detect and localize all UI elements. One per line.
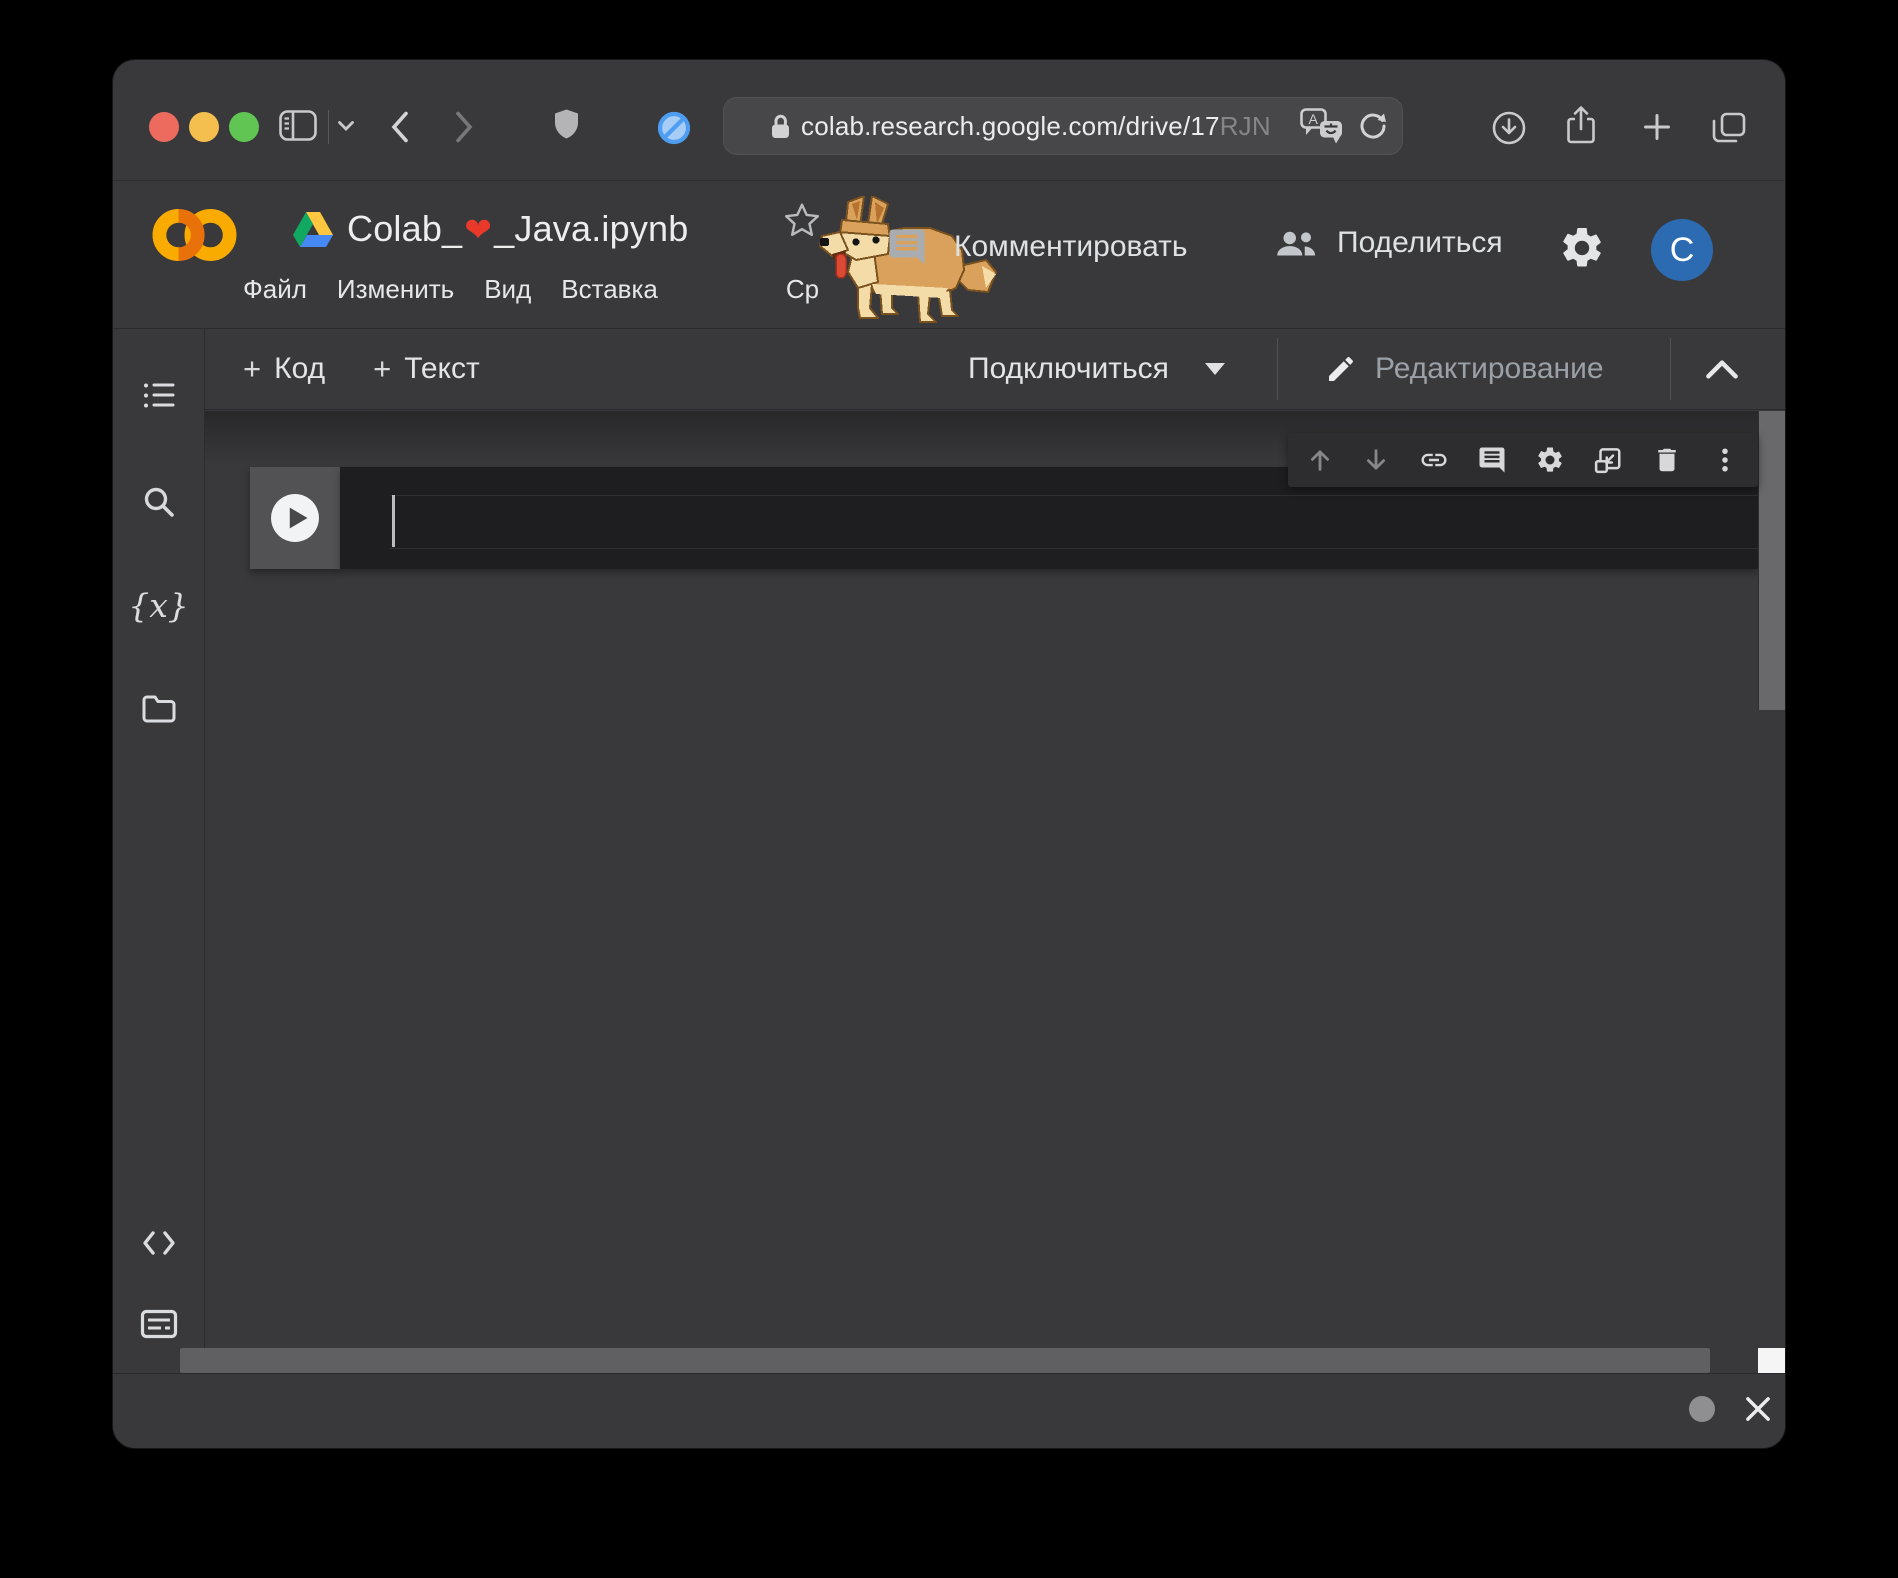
move-cell-up-icon[interactable] <box>1306 446 1334 474</box>
google-drive-icon <box>293 211 333 247</box>
connect-button[interactable]: Подключиться <box>968 329 1225 409</box>
files-icon[interactable] <box>140 691 178 727</box>
reload-icon[interactable] <box>1358 111 1388 141</box>
table-of-contents-icon[interactable] <box>140 378 178 414</box>
avatar[interactable]: C <box>1651 219 1713 281</box>
status-dot-icon[interactable] <box>1689 1396 1715 1422</box>
settings-gear-icon[interactable] <box>1558 224 1606 272</box>
toolbar-divider <box>1670 338 1671 400</box>
heart-emoji: ❤ <box>464 211 493 248</box>
cell-toolbar <box>1288 433 1758 487</box>
mirror-cell-in-tab-icon[interactable] <box>1593 445 1623 475</box>
notebook-title[interactable]: Colab_❤_Java.ipynb <box>347 208 689 250</box>
menu-item-edit[interactable]: Изменить <box>337 274 454 305</box>
left-sidebar: {x} <box>113 328 205 1373</box>
current-line-highlight <box>390 495 1758 549</box>
caret-down-icon <box>1204 363 1225 375</box>
address-bar[interactable]: colab.research.google.com/drive/17RJN A <box>723 97 1403 155</box>
menu-item-insert[interactable]: Вставка <box>561 274 658 305</box>
content-blocker-icon[interactable] <box>656 110 692 146</box>
colab-logo[interactable] <box>149 204 241 266</box>
code-cell-gutter <box>250 467 340 569</box>
more-actions-icon[interactable] <box>1710 445 1740 475</box>
scrollbar-corner <box>1758 1348 1785 1373</box>
share-label: Поделиться <box>1337 226 1503 259</box>
toolbar-divider <box>1277 338 1278 400</box>
colab-header: Colab_❤_Java.ipynb Файл Изменить Вид Вст… <box>113 180 1785 328</box>
forward-button[interactable] <box>453 110 475 144</box>
menu-item-file[interactable]: Файл <box>243 274 307 305</box>
add-comment-icon[interactable] <box>1477 445 1507 475</box>
toolbar-divider <box>328 110 329 144</box>
back-button[interactable] <box>389 110 411 144</box>
plus-icon: + <box>373 351 392 386</box>
edit-mode-label: Редактирование <box>1375 352 1604 385</box>
notebook-toolbar: + Код + Текст Подключиться Редактировани… <box>205 328 1785 410</box>
close-window-button[interactable] <box>149 112 179 142</box>
sidebar-toggle-icon[interactable] <box>279 110 317 141</box>
text-cursor <box>392 495 395 547</box>
plus-icon: + <box>243 351 262 386</box>
pencil-icon <box>1325 353 1357 385</box>
notebook-title-row: Colab_❤_Java.ipynb <box>293 208 689 250</box>
edit-mode-button[interactable]: Редактирование <box>1325 329 1604 409</box>
code-snippets-icon[interactable] <box>140 1225 178 1261</box>
menu-item-view[interactable]: Вид <box>484 274 531 305</box>
terminal-icon[interactable] <box>140 1306 178 1342</box>
delete-cell-icon[interactable] <box>1652 445 1682 475</box>
horizontal-scrollbar-thumb[interactable] <box>180 1348 1710 1373</box>
cell-settings-gear-icon[interactable] <box>1535 445 1565 475</box>
svg-text:A: A <box>1309 111 1319 127</box>
tab-overview-icon[interactable] <box>1711 111 1747 145</box>
share-icon[interactable] <box>1565 105 1597 146</box>
add-code-button[interactable]: + Код <box>243 351 325 387</box>
bottom-bar <box>113 1373 1785 1448</box>
move-cell-down-icon[interactable] <box>1362 446 1390 474</box>
comment-icon <box>886 226 928 268</box>
notebook-content <box>205 411 1785 1348</box>
chevron-down-icon[interactable] <box>337 120 355 132</box>
add-text-button[interactable]: + Текст <box>373 351 480 387</box>
browser-toolbar: colab.research.google.com/drive/17RJN A <box>113 60 1785 181</box>
lock-icon <box>770 113 791 140</box>
menubar: Файл Изменить Вид Вставка Ср <box>243 274 819 305</box>
url-text: colab.research.google.com/drive/17RJN <box>801 110 1271 141</box>
comment-button[interactable]: Комментировать <box>886 226 1188 268</box>
new-tab-icon[interactable] <box>1641 111 1673 143</box>
star-icon[interactable] <box>783 202 821 238</box>
translate-icon[interactable]: A <box>1300 107 1344 145</box>
vertical-scrollbar-thumb[interactable] <box>1758 411 1785 710</box>
variables-icon[interactable]: {x} <box>128 586 189 625</box>
close-icon[interactable] <box>1742 1393 1774 1425</box>
menu-item-runtime[interactable]: Ср <box>786 274 819 305</box>
link-icon[interactable] <box>1419 445 1449 475</box>
shield-extension-icon[interactable] <box>553 108 580 140</box>
downloads-icon[interactable] <box>1491 110 1527 146</box>
share-button[interactable]: Поделиться <box>1273 226 1503 260</box>
comment-label: Комментировать <box>954 230 1188 263</box>
run-cell-button[interactable] <box>270 493 320 543</box>
desktop: colab.research.google.com/drive/17RJN A <box>0 0 1898 1578</box>
collapse-toolbar-button[interactable] <box>1705 359 1739 380</box>
minimize-window-button[interactable] <box>189 112 219 142</box>
search-icon[interactable] <box>140 484 178 520</box>
people-icon <box>1273 228 1319 258</box>
zoom-window-button[interactable] <box>229 112 259 142</box>
browser-window: colab.research.google.com/drive/17RJN A <box>113 60 1785 1448</box>
